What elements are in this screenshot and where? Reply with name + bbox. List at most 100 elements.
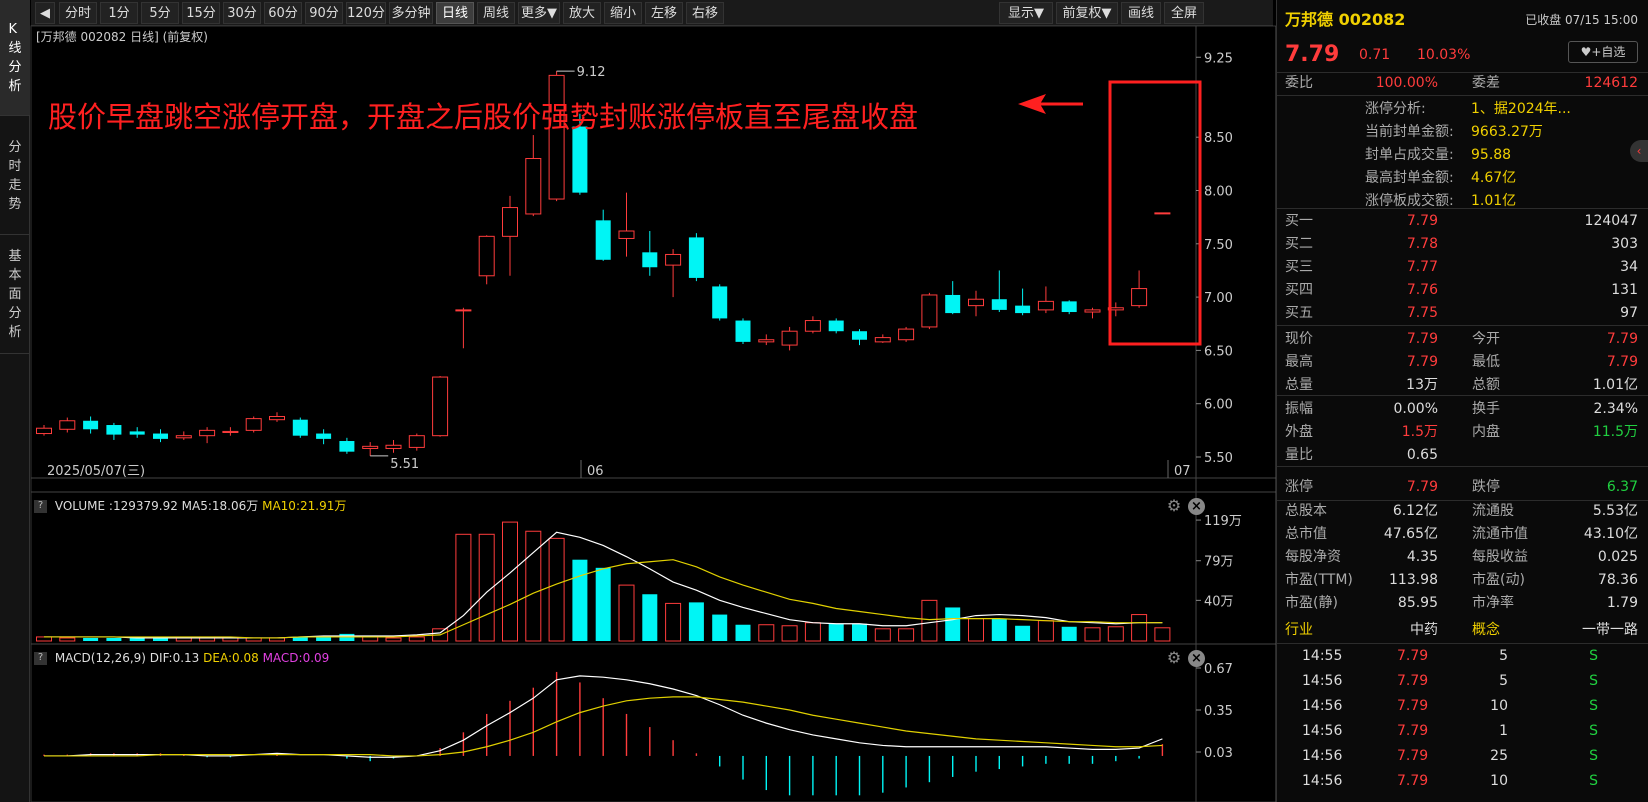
limit-value: 9663.27万 — [1471, 124, 1543, 140]
tick-price: 7.79 — [1397, 723, 1429, 739]
tick-volume: 10 — [1490, 698, 1508, 714]
fund-key2: 市净率 — [1472, 595, 1514, 611]
candle-body-up — [36, 427, 52, 435]
candle-body-down — [129, 431, 145, 435]
tick-volume: 5 — [1499, 673, 1508, 689]
volume-tick-label: 119万 — [1204, 514, 1242, 529]
candle-body-down — [688, 237, 704, 278]
fund-key: 每股净资 — [1285, 549, 1341, 565]
stat-value: 1.5万 — [1401, 424, 1438, 440]
macd-label: MACD(12,26,9) — [54, 651, 146, 665]
volume-bar-up — [36, 636, 52, 642]
collapse-arrow-icon[interactable]: ‹ — [1630, 140, 1648, 162]
stat-value2: 11.5万 — [1592, 424, 1638, 440]
settings-gear-icon[interactable]: ⚙ — [1165, 649, 1183, 667]
candle-body-down — [339, 441, 355, 452]
price-tick-label: 6.50 — [1204, 344, 1233, 359]
fund-value2: 78.36 — [1597, 572, 1638, 588]
stat-value2: 7.79 — [1606, 331, 1638, 347]
volume-bar-up — [1037, 620, 1054, 642]
add-watchlist-button[interactable]: ♥+自选 — [1568, 41, 1638, 63]
date-label: 07 — [1174, 464, 1191, 479]
date-label: 2025/05/07(三) — [47, 464, 145, 479]
volume-bar-down — [735, 624, 751, 641]
candle-body-down — [712, 286, 728, 319]
bid-level: 买二 — [1285, 236, 1313, 252]
tick-price: 7.79 — [1397, 748, 1429, 764]
fund-key: 总市值 — [1285, 526, 1327, 542]
tick-price: 7.79 — [1397, 648, 1429, 664]
limit-down-price: 6.37 — [1606, 479, 1638, 495]
bid-volume: 97 — [1620, 305, 1638, 321]
fund-value: 4.35 — [1406, 549, 1438, 565]
annotation-text: 股价早盘跳空涨停开盘，开盘之后股价强势封账涨停板直至尾盘收盘 — [48, 100, 919, 134]
fund-key2: 市盈(动) — [1472, 572, 1525, 588]
candle-body-up — [804, 320, 821, 332]
macd-dea: DEA:0.08 — [203, 651, 259, 665]
volume-bar-up — [781, 625, 798, 642]
volume-bar-up — [921, 599, 938, 642]
candle-body-up — [199, 429, 216, 437]
volume-label: VOLUME — [54, 499, 106, 513]
candle-body-up — [525, 158, 542, 215]
help-icon[interactable]: ? — [34, 652, 47, 665]
candle-body-up — [1037, 300, 1054, 311]
volume-bar-up — [408, 636, 425, 642]
price-tick-label: 6.00 — [1204, 398, 1233, 413]
volume-bar-up — [385, 637, 402, 642]
limit-value: 1、据2024年... — [1471, 101, 1571, 117]
limit-key: 封单占成交量: — [1365, 147, 1454, 163]
close-icon[interactable]: × — [1188, 650, 1205, 667]
bid-level: 买三 — [1285, 259, 1313, 275]
tick-side: S — [1589, 723, 1598, 739]
volume-bar-down — [852, 623, 867, 641]
wc-value: 124612 — [1584, 75, 1638, 91]
concept-value: 一带一路 — [1582, 622, 1638, 638]
tick-side: S — [1589, 698, 1598, 714]
stat-key2: 最低 — [1472, 354, 1500, 370]
tick-side: S — [1589, 748, 1598, 764]
limit-value: 4.67亿 — [1471, 170, 1517, 186]
tick-time: 14:56 — [1302, 698, 1343, 714]
candle-body-up — [408, 435, 425, 448]
chart-frame — [30, 25, 1276, 802]
date-label: 06 — [587, 464, 604, 479]
fund-key2: 每股收益 — [1472, 549, 1528, 565]
volume-ma5: MA5:18.06万 — [181, 499, 259, 513]
tick-time: 14:56 — [1302, 723, 1343, 739]
tick-volume: 25 — [1490, 748, 1508, 764]
fund-value: 85.95 — [1397, 595, 1438, 611]
volume-bar-down — [688, 602, 704, 641]
candle-body-down — [852, 331, 867, 340]
tick-volume: 5 — [1499, 648, 1508, 664]
fund-key: 市盈(TTM) — [1285, 572, 1353, 588]
volume-tick-label: 79万 — [1204, 555, 1234, 570]
stat-key: 振幅 — [1285, 401, 1313, 417]
volume-bar-down — [945, 607, 961, 641]
settings-gear-icon[interactable]: ⚙ — [1165, 497, 1183, 515]
stat-value: 7.79 — [1406, 354, 1438, 370]
limit-key: 最高封单金额: — [1365, 170, 1454, 186]
bid-price: 7.78 — [1406, 236, 1438, 252]
stat-value: 7.79 — [1406, 331, 1438, 347]
candle-body-down — [945, 294, 961, 314]
concept-key: 概念 — [1472, 622, 1500, 638]
fund-key: 总股本 — [1285, 503, 1327, 519]
help-icon[interactable]: ? — [34, 500, 47, 513]
candle-body-down — [83, 420, 99, 430]
volume-value: :129379.92 — [108, 499, 178, 513]
volume-tick-label: 40万 — [1204, 594, 1234, 609]
candle-body-down — [735, 320, 751, 342]
stat-value: 13万 — [1406, 377, 1438, 393]
fund-value2: 1.79 — [1606, 595, 1638, 611]
limit-key: 涨停分析: — [1365, 101, 1426, 117]
volume-bar-down — [642, 594, 658, 641]
stat-key: 现价 — [1285, 331, 1313, 347]
candle-body-up — [781, 330, 798, 346]
volume-bar-down — [712, 614, 728, 641]
tick-volume: 1 — [1499, 723, 1508, 739]
candle-body-up — [968, 298, 984, 307]
close-icon[interactable]: × — [1188, 498, 1205, 515]
price-tick-label: 7.50 — [1204, 238, 1233, 253]
tick-time: 14:56 — [1302, 773, 1343, 789]
